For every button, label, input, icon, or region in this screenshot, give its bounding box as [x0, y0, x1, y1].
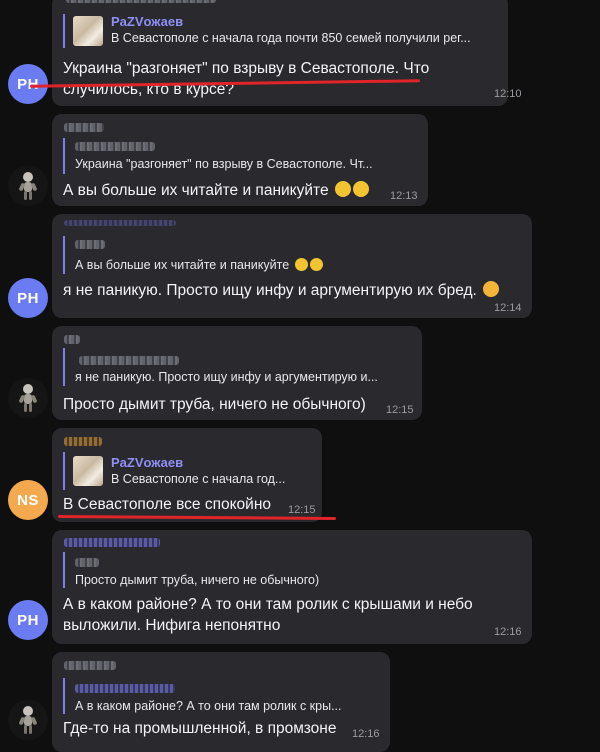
redacted-sender-name: [66, 0, 216, 3]
message-time: 12:13: [390, 190, 418, 202]
astronaut-figure-icon: [19, 706, 37, 734]
message-text: Украина "разгоняет" по взрыву в Севастоп…: [63, 58, 493, 100]
redacted-reply-author: [75, 240, 105, 249]
redacted-sender-name: [64, 437, 102, 446]
reply-text: А в каком районе? А то они там ролик с к…: [75, 699, 342, 713]
message-time: 12:14: [494, 302, 522, 314]
redacted-reply-author: [75, 558, 99, 567]
message-text-line-2: выложили. Нифига непонятно: [63, 617, 281, 634]
reply-text: В Севастополе с начала год...: [111, 472, 286, 486]
avatar[interactable]: PH: [8, 278, 48, 318]
reply-text: В Севастополе с начала года почти 850 се…: [111, 31, 471, 45]
reply-text-content: А вы больше их читайте и паникуйте: [75, 258, 290, 272]
redacted-reply-author: [75, 142, 155, 151]
reply-quote[interactable]: А вы больше их читайте и паникуйте: [63, 236, 523, 274]
redacted-reply-author: [79, 356, 179, 365]
message-bubble[interactable]: Просто дымит труба, ничего не обычного) …: [52, 530, 532, 644]
reply-text: Просто дымит труба, ничего не обычного): [75, 573, 320, 587]
message-text: А в каком районе? А то они там ролик с к…: [63, 594, 523, 636]
reply-quote[interactable]: я не паникую. Просто ищу инфу и аргумент…: [63, 348, 417, 386]
message-time: 12:10: [494, 88, 522, 100]
reply-quote[interactable]: А в каком районе? А то они там ролик с к…: [63, 678, 385, 714]
laughing-emoji-icon: [352, 181, 369, 197]
astronaut-figure-icon: [19, 384, 37, 412]
reply-text: я не паникую. Просто ищу инфу и аргумент…: [75, 370, 378, 384]
message-text-line-1: Украина "разгоняет" по взрыву в Севастоп…: [63, 60, 430, 77]
astronaut-avatar-icon[interactable]: [8, 700, 48, 740]
redacted-sender-scribble: [64, 220, 176, 226]
reply-quote[interactable]: PaZVожаев В Севастополе с начала год...: [63, 452, 317, 490]
message-time: 12:15: [288, 504, 316, 516]
redacted-sender-name: [64, 661, 116, 670]
reply-quote[interactable]: PaZVожаев В Севастополе с начала года по…: [63, 14, 503, 48]
message-text: Просто дымит труба, ничего не обычного): [63, 396, 366, 413]
avatar[interactable]: PH: [8, 600, 48, 640]
redacted-sender-name: [64, 538, 160, 547]
message-text-content: А вы больше их читайте и паникуйте: [63, 182, 329, 199]
reply-author: PaZVожаев: [111, 14, 184, 29]
message-text: Где-то на промышленной, в промзоне: [63, 720, 337, 737]
message-text: В Севастополе все спокойно: [63, 496, 271, 513]
laughing-emoji-icon: [294, 258, 308, 271]
redacted-sender-name: [64, 335, 80, 344]
astronaut-avatar-icon[interactable]: [8, 166, 48, 206]
message-time: 12:15: [386, 404, 414, 416]
winking-emoji-icon: [483, 281, 500, 297]
message-bubble[interactable]: PaZVожаев В Севастополе с начала год... …: [52, 428, 322, 522]
redacted-sender-name: [64, 218, 184, 228]
reply-thumbnail-image: [73, 16, 103, 46]
message-text: А вы больше их читайте и паникуйте: [63, 180, 403, 201]
reply-quote[interactable]: Просто дымит труба, ничего не обычного): [63, 552, 523, 588]
message-bubble[interactable]: Украина "разгоняет" по взрыву в Севастоп…: [52, 114, 428, 206]
reply-text: Украина "разгоняет" по взрыву в Севастоп…: [75, 157, 373, 171]
message-bubble[interactable]: я не паникую. Просто ищу инфу и аргумент…: [52, 326, 422, 420]
redacted-reply-author: [75, 684, 175, 693]
astronaut-avatar-icon[interactable]: [8, 378, 48, 418]
laughing-emoji-icon: [334, 181, 351, 197]
astronaut-figure-icon: [19, 172, 37, 200]
message-text: я не паникую. Просто ищу инфу и аргумент…: [63, 280, 533, 301]
avatar[interactable]: NS: [8, 480, 48, 520]
reply-thumbnail-image: [73, 456, 103, 486]
message-bubble[interactable]: А вы больше их читайте и паникуйте я не …: [52, 214, 532, 318]
message-text-line-1: А в каком районе? А то они там ролик с к…: [63, 596, 473, 613]
laughing-emoji-icon: [309, 258, 323, 271]
message-bubble[interactable]: А в каком районе? А то они там ролик с к…: [52, 652, 390, 752]
message-time: 12:16: [352, 728, 380, 740]
reply-text: А вы больше их читайте и паникуйте: [75, 257, 495, 273]
redacted-sender-name: [64, 123, 104, 132]
reply-quote[interactable]: Украина "разгоняет" по взрыву в Севастоп…: [63, 138, 423, 174]
message-text-content: я не паникую. Просто ищу инфу и аргумент…: [63, 282, 477, 299]
message-bubble[interactable]: PaZVожаев В Севастополе с начала года по…: [52, 0, 522, 106]
reply-author: PaZVожаев: [111, 455, 184, 470]
message-time: 12:16: [494, 626, 522, 638]
